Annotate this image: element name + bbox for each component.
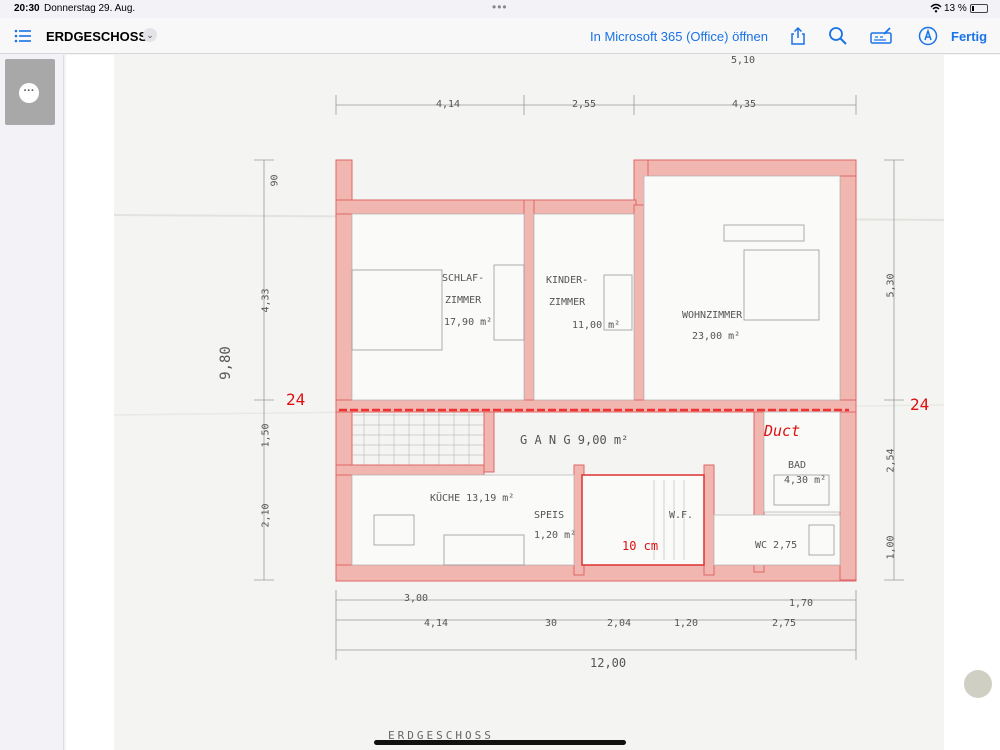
dim-left-2: 4,33 [260,288,272,313]
dim-left-1: 90 [269,174,281,187]
pen-icon[interactable] [918,26,938,46]
room-speis: SPEIS [534,510,565,521]
dim-top-1: 4,14 [436,99,461,110]
room-schlafzimmer-line1: SCHLAF- [442,273,485,284]
search-icon[interactable] [828,26,848,46]
room-bad: BAD [788,460,807,471]
share-icon[interactable] [788,26,808,46]
room-wf: W.F. [669,510,694,521]
toolbar: ERDGESCHOSS ⌄ In Microsoft 365 (Office) … [0,18,1000,54]
dim-bottom-1: 3,00 [404,593,429,604]
dim-top-overall: 5,10 [731,55,756,66]
room-kinderzimmer-line2: ZIMMER [549,297,586,308]
scroll-handle[interactable] [964,670,992,698]
floor-plan-drawing [114,95,944,660]
dim-bottom-5: 2,04 [607,618,632,629]
done-button[interactable]: Fertig [951,29,987,44]
open-in-office-button[interactable]: In Microsoft 365 (Office) öffnen [590,29,768,44]
page-thumbnail[interactable]: ··· [5,59,55,125]
dim-left-overall: 9,80 [217,346,234,380]
dim-bottom-2: 1,70 [789,598,814,609]
room-kueche: KÜCHE 13,19 m² [430,493,515,504]
room-speis-area: 1,20 m² [534,530,577,541]
room-gang: G A N G 9,00 m² [520,433,629,447]
annotation-right-24: 24 [910,395,930,414]
multitasking-dots-icon[interactable]: ••• [492,0,508,14]
page-thumbnail-rail: ··· [0,55,64,750]
battery-percentage: 13 % [944,3,967,14]
status-bar: 20:30 Donnerstag 29. Aug. ••• 13 % [0,0,1000,18]
home-indicator[interactable] [374,740,626,745]
dim-left-3: 1,50 [260,423,272,448]
dim-top-2: 2,55 [572,99,597,110]
dim-bottom-4: 30 [545,618,558,629]
status-date: Donnerstag 29. Aug. [44,3,136,14]
room-kinderzimmer-line1: KINDER- [546,275,589,286]
room-wc: WC 2,75 [755,540,798,551]
list-icon[interactable] [14,27,32,45]
dim-bottom-overall: 12,00 [590,656,627,670]
dim-right-1: 5,30 [885,273,897,298]
room-kinderzimmer-area: 11,00 m² [572,320,621,331]
more-icon[interactable]: ··· [19,83,39,103]
annotation-red-note: Duct [764,422,801,440]
dim-bottom-3: 4,14 [424,618,449,629]
dim-top-3: 4,35 [732,99,757,110]
room-bad-area: 4,30 m² [784,475,827,486]
document-canvas: 5,10 4,14 2,55 4,35 90 4,33 9,80 1,50 2,… [66,55,1000,750]
annotation-left-24: 24 [286,390,306,409]
dim-left-4: 2,10 [260,503,272,528]
annotation-stair-mark: 10 cm [622,539,659,553]
floor-plan-scan: 5,10 4,14 2,55 4,35 90 4,33 9,80 1,50 2,… [114,55,992,750]
room-wohnzimmer-area: 23,00 m² [692,331,741,342]
dim-bottom-6: 1,20 [674,618,699,629]
room-schlafzimmer-area: 17,90 m² [444,317,493,328]
room-schlafzimmer-line2: ZIMMER [445,295,482,306]
room-wohnzimmer: WOHNZIMMER [682,310,743,321]
dim-right-3: 1,00 [885,535,897,560]
document-title[interactable]: ERDGESCHOSS [46,29,147,44]
dim-bottom-7: 2,75 [772,618,797,629]
dim-right-2: 2,54 [885,448,897,473]
battery-icon [970,4,988,13]
markup-icon[interactable] [870,26,892,46]
status-time: 20:30 [14,3,40,14]
wifi-icon [930,3,942,16]
chevron-down-icon[interactable]: ⌄ [143,28,157,42]
